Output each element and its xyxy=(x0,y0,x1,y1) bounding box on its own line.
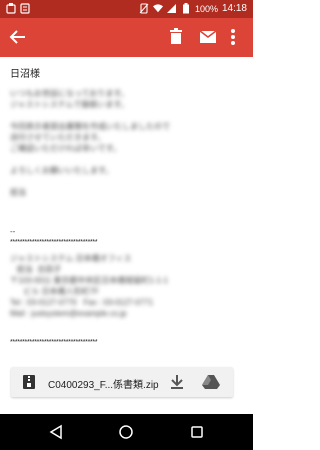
attachment-chip[interactable]: C0400293_F...係書類.zip xyxy=(11,367,233,397)
wifi-icon xyxy=(152,4,163,13)
circle-home-icon[interactable] xyxy=(118,424,134,440)
greeting: 日沼様 xyxy=(10,69,40,80)
signal-icon xyxy=(166,4,176,13)
trash-icon[interactable] xyxy=(165,26,187,48)
notification-icon xyxy=(20,3,30,14)
redacted-body-text: いつもお世話になっております。 ジャストシステムで御座います。 今回表示者提出書… xyxy=(10,89,170,197)
drive-icon[interactable] xyxy=(202,374,220,390)
battery-icon xyxy=(182,3,189,14)
clock: 14:18 xyxy=(221,3,247,14)
zip-file-icon xyxy=(23,375,35,389)
download-icon[interactable] xyxy=(169,373,185,391)
triangle-back-icon[interactable] xyxy=(48,424,64,440)
signature-dash: -- xyxy=(10,227,16,236)
attachment-file-name: C0400293_F...係書類.zip xyxy=(48,380,159,391)
arrow-left-icon[interactable] xyxy=(8,27,28,47)
signature-separator: ************************************ xyxy=(10,239,98,246)
status-bar: 100% 14:18 xyxy=(0,0,253,18)
more-vert-icon[interactable] xyxy=(227,26,239,48)
message-body: 日沼様 いつもお世話になっております。 ジャストシステムで御座います。 今回表示… xyxy=(0,57,253,414)
system-nav-bar xyxy=(0,414,253,450)
battery-percent: 100% xyxy=(194,3,218,14)
notification-icon xyxy=(6,3,16,14)
square-recents-icon[interactable] xyxy=(189,424,205,440)
silent-icon xyxy=(139,3,149,14)
app-bar xyxy=(0,18,253,57)
signature-separator: ************************************ xyxy=(10,339,98,346)
envelope-icon[interactable] xyxy=(197,26,219,48)
redacted-signature: ジャストシステム 日本橋オフィス 担当 吉田子 〒103-0011 東京都中央区… xyxy=(10,254,169,318)
